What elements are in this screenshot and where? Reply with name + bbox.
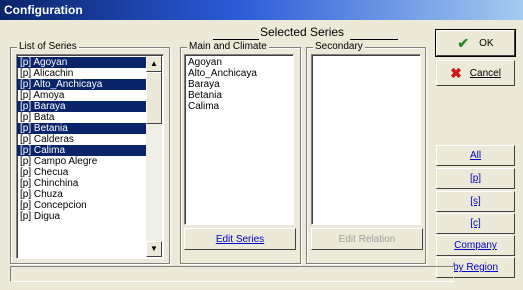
secondary-list-items	[312, 55, 420, 57]
s-filter-button[interactable]: [s]	[436, 191, 515, 212]
c-filter-button[interactable]: [c]	[436, 213, 515, 234]
selected-series-title: Selected Series	[260, 25, 345, 39]
list-item[interactable]: [p] Chuza	[17, 189, 146, 200]
list-of-series-listbox[interactable]: [p] Agoyan [p] Alicachin [p] Alto_Anchicay…	[16, 54, 164, 259]
secondary-label: Secondary	[313, 41, 365, 53]
edit-series-label: Edit Series	[215, 233, 265, 245]
scroll-thumb[interactable]	[146, 72, 162, 124]
window-title: Configuration	[4, 3, 83, 17]
edit-relation-button[interactable]: Edit Relation	[311, 228, 423, 250]
list-item[interactable]: [p] Alicachin	[17, 68, 146, 79]
main-and-climate-listbox[interactable]: Agoyan Alto_Anchicaya Baraya Betania Calima	[184, 54, 294, 225]
edit-relation-label: Edit Relation	[338, 233, 396, 245]
edit-series-button[interactable]: Edit Series	[184, 228, 296, 250]
arrow-down-icon: ▼	[150, 244, 158, 253]
s-filter-label: [s]	[470, 196, 481, 207]
secondary-listbox[interactable]	[311, 54, 421, 225]
x-icon: ✖	[450, 64, 462, 81]
header-rule-left	[213, 39, 259, 40]
list-item[interactable]: [p] Checua	[17, 167, 146, 178]
p-filter-button[interactable]: [p]	[436, 168, 515, 189]
list-item[interactable]: Baraya	[185, 79, 293, 90]
scroll-up-button[interactable]: ▲	[146, 56, 162, 72]
list-item[interactable]: [p] Concepcion	[17, 200, 146, 211]
arrow-up-icon: ▲	[150, 59, 158, 68]
status-bar	[10, 266, 454, 282]
all-button[interactable]: All	[436, 145, 515, 166]
list-item[interactable]: Agoyan	[185, 57, 293, 68]
list-item[interactable]: Calima	[185, 101, 293, 112]
cancel-button[interactable]: ✖ Cancel	[436, 60, 515, 86]
ok-label: OK	[479, 37, 494, 49]
list-item[interactable]: [p] Betania	[17, 123, 146, 134]
list-item[interactable]: [p] Campo Alegre	[17, 156, 146, 167]
dialog-body: Selected Series List of Series [p] Agoya…	[0, 20, 523, 290]
main-and-climate-label: Main and Climate	[187, 41, 269, 53]
list-item[interactable]: Betania	[185, 90, 293, 101]
series-list-scrollbar[interactable]: ▲ ▼	[146, 56, 162, 257]
c-filter-label: [c]	[470, 218, 481, 229]
series-list-items: [p] Agoyan [p] Alicachin [p] Alto_Anchicay…	[17, 55, 146, 222]
list-item[interactable]: [p] Calima	[17, 145, 146, 156]
by-region-label: by Region	[452, 262, 499, 273]
list-item[interactable]: [p] Agoyan	[17, 57, 146, 68]
cancel-label: Cancel	[469, 67, 501, 79]
p-filter-label: [p]	[469, 173, 482, 184]
list-item[interactable]: [p] Amoya	[17, 90, 146, 101]
list-of-series-label: List of Series	[17, 41, 79, 53]
list-item[interactable]: [p] Digua	[17, 211, 146, 222]
header-rule-right	[350, 39, 398, 40]
ok-button[interactable]: ✔ OK	[435, 29, 516, 57]
list-item[interactable]: [p] Calderas	[17, 134, 146, 145]
list-item[interactable]: Alto_Anchicaya	[185, 68, 293, 79]
main-list-items: Agoyan Alto_Anchicaya Baraya Betania Calima	[185, 55, 293, 112]
window-title-bar: Configuration	[0, 0, 523, 20]
list-item[interactable]: [p] Chinchina	[17, 178, 146, 189]
list-item[interactable]: [p] Bata	[17, 112, 146, 123]
list-item[interactable]: [p] Alto_Anchicaya	[17, 79, 146, 90]
scroll-down-button[interactable]: ▼	[146, 241, 162, 257]
check-icon: ✔	[457, 34, 470, 51]
list-item[interactable]: [p] Baraya	[17, 101, 146, 112]
company-button[interactable]: Company	[436, 235, 515, 256]
all-label: All	[469, 150, 482, 161]
selected-series-header: Selected Series	[213, 25, 398, 41]
company-label: Company	[454, 240, 497, 251]
